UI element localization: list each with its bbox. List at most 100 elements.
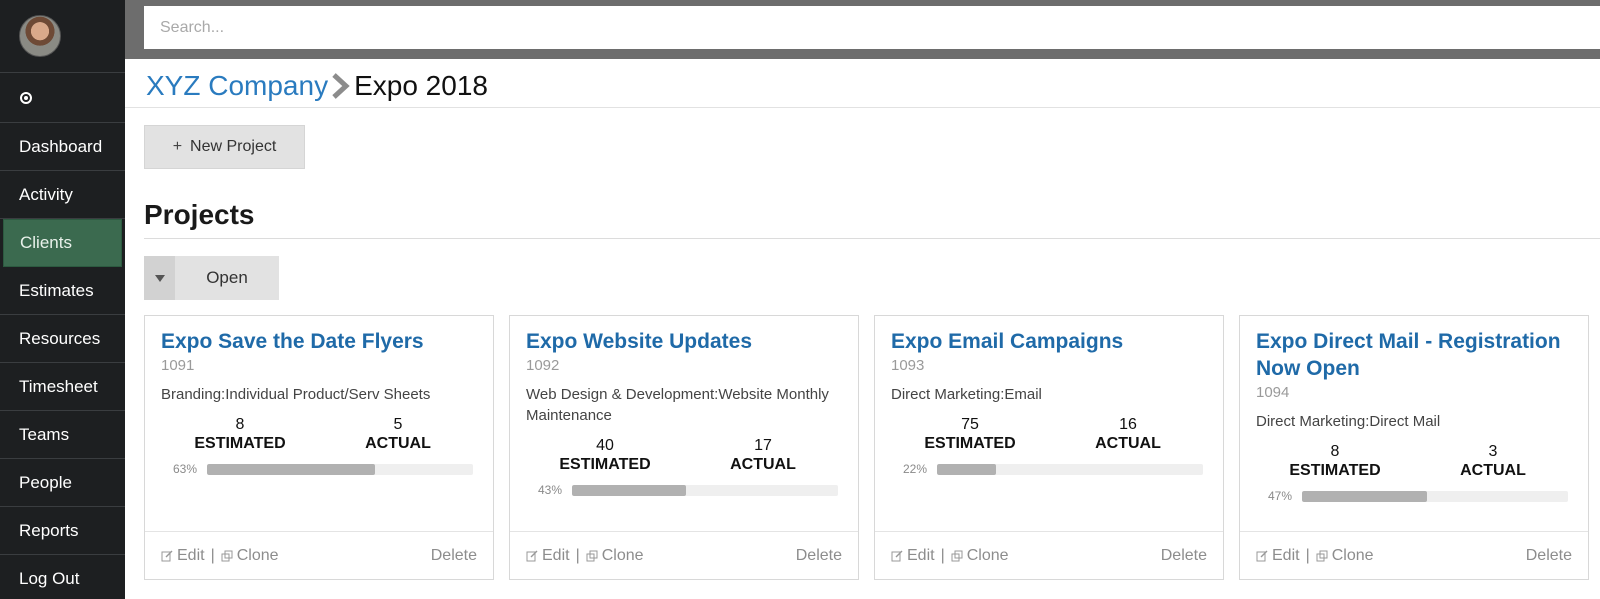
progress-bar (207, 463, 473, 475)
estimated-stat: 8 ESTIMATED (1256, 442, 1414, 480)
card-footer: Edit | Clone Delete (875, 531, 1223, 579)
project-category: Branding:Individual Product/Serv Sheets (161, 386, 431, 403)
action-separator: | (1305, 546, 1310, 564)
clone-button[interactable]: Clone (951, 547, 1009, 565)
project-category: Direct Marketing:Email (891, 386, 1042, 403)
actual-value: 16 (1119, 416, 1137, 433)
delete-button[interactable]: Delete (1526, 547, 1572, 565)
hours-stats: 8 ESTIMATED 3 ACTUAL (1256, 442, 1572, 480)
progress-row: 47% (1256, 489, 1572, 503)
action-separator: | (940, 546, 945, 564)
user-avatar[interactable] (19, 15, 61, 57)
actual-label: ACTUAL (1460, 462, 1526, 479)
progress-bar-fill (572, 484, 687, 496)
clone-label: Clone (601, 546, 644, 564)
page-title: Expo 2018 (354, 70, 488, 101)
sidebar-item-activity[interactable]: Activity (0, 171, 125, 219)
actual-label: ACTUAL (365, 435, 431, 452)
card-footer: Edit | Clone Delete (1240, 531, 1588, 579)
clone-icon (221, 550, 233, 561)
estimated-label: ESTIMATED (559, 456, 651, 473)
clone-button[interactable]: Clone (221, 547, 279, 565)
edit-button[interactable]: Edit (1256, 547, 1300, 565)
clone-label: Clone (966, 546, 1009, 564)
filter-icon-box (144, 256, 175, 300)
progress-row: 43% (526, 483, 842, 497)
progress-bar-fill (1302, 490, 1428, 502)
clone-icon (1316, 550, 1328, 561)
project-title-link[interactable]: Expo Email Campaigns (891, 328, 1207, 355)
progress-bar (937, 463, 1203, 475)
sidebar-toggle-row (0, 73, 125, 123)
status-filter-dropdown[interactable]: Open (144, 256, 279, 300)
card-footer: Edit | Clone Delete (510, 531, 858, 579)
project-title-link[interactable]: Expo Save the Date Flyers (161, 328, 477, 355)
project-card: Expo Save the Date Flyers 1091 Branding:… (144, 315, 494, 580)
filter-label: Open (206, 268, 248, 287)
project-id: 1094 (1256, 384, 1290, 401)
progress-percent: 22% (903, 462, 928, 476)
clone-icon (586, 550, 598, 561)
progress-bar (1302, 490, 1568, 502)
search-input[interactable] (144, 6, 1600, 49)
sidebar-item-timesheet[interactable]: Timesheet (0, 363, 125, 411)
edit-button[interactable]: Edit (161, 547, 205, 565)
edit-label: Edit (1272, 546, 1300, 564)
delete-button[interactable]: Delete (1161, 547, 1207, 565)
edit-button[interactable]: Edit (526, 547, 570, 565)
project-title-link[interactable]: Expo Website Updates (526, 328, 842, 355)
project-card: Expo Website Updates 1092 Web Design & D… (509, 315, 859, 580)
clone-button[interactable]: Clone (1316, 547, 1374, 565)
estimated-value: 8 (1330, 443, 1340, 460)
progress-bar-fill (937, 463, 996, 475)
edit-icon (161, 550, 173, 561)
actual-value: 5 (393, 416, 403, 433)
edit-label: Edit (907, 546, 935, 564)
actual-stat: 3 ACTUAL (1414, 442, 1572, 480)
project-id: 1092 (526, 357, 560, 374)
sidebar-item-dashboard[interactable]: Dashboard (0, 123, 125, 171)
radio-toggle-icon[interactable] (20, 91, 32, 104)
progress-bar (572, 484, 838, 496)
sidebar-item-logout[interactable]: Log Out (0, 555, 125, 599)
actual-stat: 17 ACTUAL (684, 436, 842, 474)
progress-percent: 43% (538, 483, 563, 497)
project-card: Expo Direct Mail - Registration Now Open… (1239, 315, 1589, 580)
clone-label: Clone (1331, 546, 1374, 564)
edit-button[interactable]: Edit (891, 547, 935, 565)
new-project-button[interactable]: + New Project (144, 125, 305, 169)
project-category: Web Design & Development:Website Monthly… (526, 386, 829, 424)
estimated-label: ESTIMATED (1289, 462, 1381, 479)
actual-value: 17 (754, 437, 772, 454)
breadcrumb-parent-link[interactable]: XYZ Company (146, 70, 328, 102)
sidebar-item-teams[interactable]: Teams (0, 411, 125, 459)
sidebar-item-clients[interactable]: Clients (3, 219, 122, 267)
project-title-link[interactable]: Expo Direct Mail - Registration Now Open (1256, 328, 1572, 382)
action-separator: | (210, 546, 215, 564)
header-divider (125, 107, 1600, 108)
hours-stats: 75 ESTIMATED 16 ACTUAL (891, 415, 1207, 453)
estimated-label: ESTIMATED (194, 435, 286, 452)
clone-button[interactable]: Clone (586, 547, 644, 565)
project-category: Direct Marketing:Direct Mail (1256, 413, 1441, 430)
delete-button[interactable]: Delete (431, 547, 477, 565)
sidebar-item-estimates[interactable]: Estimates (0, 267, 125, 315)
estimated-value: 75 (961, 416, 979, 433)
sidebar-item-resources[interactable]: Resources (0, 315, 125, 363)
edit-icon (526, 550, 538, 561)
sidebar-item-reports[interactable]: Reports (0, 507, 125, 555)
delete-button[interactable]: Delete (796, 547, 842, 565)
clone-icon (951, 550, 963, 561)
progress-row: 63% (161, 462, 477, 476)
estimated-value: 8 (235, 416, 245, 433)
sidebar-item-people[interactable]: People (0, 459, 125, 507)
project-id: 1093 (891, 357, 925, 374)
chevron-right-icon (332, 73, 350, 99)
new-project-label: New Project (190, 138, 277, 155)
hours-stats: 40 ESTIMATED 17 ACTUAL (526, 436, 842, 474)
card-footer: Edit | Clone Delete (145, 531, 493, 579)
edit-label: Edit (177, 546, 205, 564)
action-separator: | (575, 546, 580, 564)
project-card: Expo Email Campaigns 1093 Direct Marketi… (874, 315, 1224, 580)
filter-icon (154, 274, 165, 282)
